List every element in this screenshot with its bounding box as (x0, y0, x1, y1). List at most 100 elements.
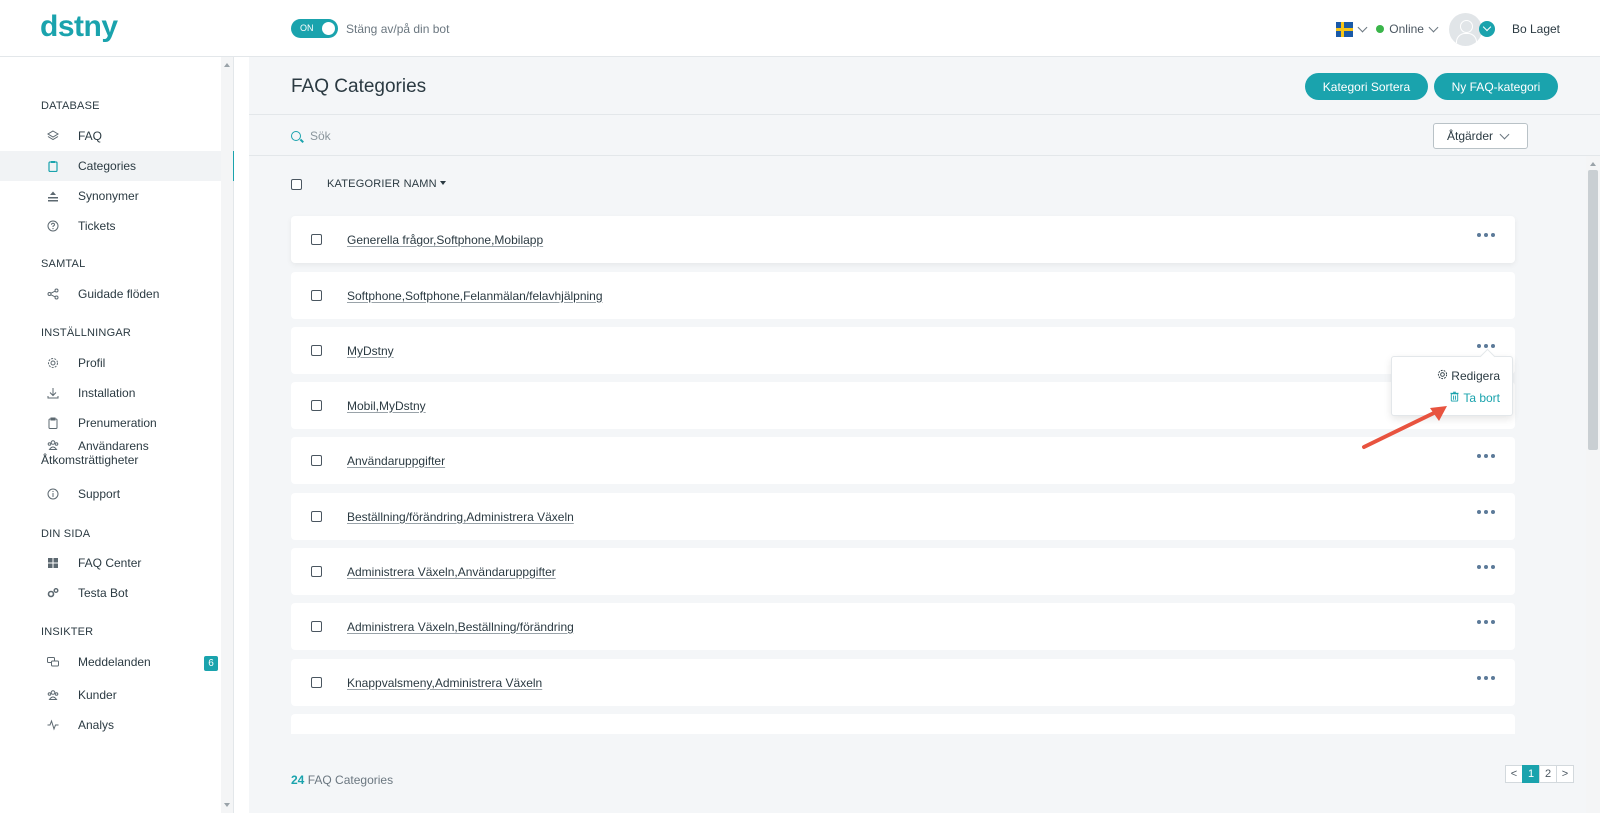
sidebar-item-label: Testa Bot (78, 586, 129, 600)
select-all-checkbox[interactable] (291, 178, 302, 190)
row-checkbox[interactable] (311, 566, 322, 577)
row-checkbox[interactable] (311, 455, 322, 466)
row-checkbox[interactable] (311, 677, 322, 688)
more-options-icon[interactable] (1477, 565, 1495, 569)
table-row: Knappvalsmeny,Administrera Växeln (291, 659, 1515, 706)
count-label: FAQ Categories (307, 773, 394, 787)
user-menu-chevron-icon[interactable] (1478, 21, 1495, 37)
delete-menu-item[interactable]: Ta bort (1449, 391, 1500, 405)
sidebar-item-profil[interactable]: Profil (0, 348, 234, 378)
count-number: 24 (291, 773, 305, 787)
bot-toggle[interactable]: ON (291, 19, 338, 38)
swedish-flag-icon[interactable] (1336, 21, 1354, 37)
actions-dropdown[interactable]: Åtgärder (1433, 123, 1528, 149)
sidebar-item-label: Prenumeration (78, 416, 157, 430)
gear-icon (1437, 369, 1448, 383)
category-name-link[interactable]: Knappvalsmeny,Administrera Växeln (347, 676, 542, 690)
toggle-label: ON (300, 23, 314, 33)
sidebar-item-analys[interactable]: Analys (0, 710, 234, 740)
row-checkbox[interactable] (311, 345, 322, 356)
status-selector[interactable]: Online (1389, 22, 1424, 36)
page-2-button[interactable]: 2 (1539, 765, 1557, 783)
row-checkbox[interactable] (311, 290, 322, 301)
category-name-link[interactable]: Softphone,Softphone,Felanmälan/felavhjäl… (347, 289, 603, 303)
status-chevron-down-icon[interactable] (1428, 22, 1439, 32)
category-name-link[interactable]: MyDstny (347, 344, 394, 358)
gear-icon (47, 357, 59, 369)
sidebar-item-label: Installation (78, 386, 136, 400)
sidebar-item-categories[interactable]: Categories (0, 151, 234, 181)
main-scrollbar[interactable] (1586, 156, 1600, 813)
sidebar-item-support[interactable]: Support (0, 479, 234, 509)
more-options-icon[interactable] (1477, 510, 1495, 514)
category-name-link[interactable]: Generella frågor,Softphone,Mobilapp (347, 233, 543, 247)
sidebar-item-label: FAQ (78, 129, 103, 143)
sidebar-item-faq[interactable]: FAQ (0, 121, 234, 151)
sidebar-item-label: Kunder (78, 688, 117, 702)
category-name-link[interactable]: Administrera Växeln,Användaruppgifter (347, 565, 556, 579)
table-row: Användaruppgifter (291, 437, 1515, 484)
sidebar-item-installation[interactable]: Installation (0, 378, 234, 408)
sidebar-item-guidade-floden[interactable]: Guidade flöden (0, 279, 234, 309)
category-name-link[interactable]: Beställning/förändring,Administrera Växe… (347, 510, 574, 524)
next-page-button[interactable]: > (1556, 765, 1574, 783)
sidebar-item-meddelanden[interactable]: Meddelanden (0, 647, 234, 677)
avatar[interactable] (1448, 12, 1482, 46)
sidebar-section-samtal: SAMTAL (41, 258, 86, 270)
row-checkbox[interactable] (311, 621, 322, 632)
activity-icon (47, 719, 59, 731)
sidebar-item-synonymer[interactable]: Synonymer (0, 181, 234, 211)
more-options-icon[interactable] (1477, 676, 1495, 680)
sidebar-item-tickets[interactable]: Tickets (0, 211, 234, 241)
gears-icon (47, 587, 59, 599)
dstny-logo[interactable]: dstny (40, 10, 118, 44)
sidebar-item-kunder[interactable]: Kunder (0, 680, 234, 710)
sidebar-item-label: Guidade flöden (78, 287, 160, 301)
messages-count-badge: 6 (204, 656, 218, 671)
category-name-link[interactable]: Mobil,MyDstny (347, 399, 426, 413)
prev-page-button[interactable]: < (1505, 765, 1523, 783)
category-list: KATEGORIER NAMN Generella frågor,Softpho… (249, 156, 1600, 746)
row-checkbox[interactable] (311, 400, 322, 411)
page-1-button[interactable]: 1 (1522, 765, 1540, 783)
sidebar-item-label-wrap: Användarens Åtkomsträttigheter (41, 439, 191, 467)
category-name-link[interactable]: Administrera Växeln,Beställning/förändri… (347, 620, 574, 634)
sidebar-item-prenumeration[interactable]: Prenumeration (0, 408, 234, 438)
row-checkbox[interactable] (311, 511, 322, 522)
new-faq-category-button[interactable]: Ny FAQ-kategori (1434, 73, 1558, 100)
sidebar-item-label: Synonymer (78, 189, 139, 203)
category-name-link[interactable]: Användaruppgifter (347, 454, 445, 468)
table-row: Administrera Växeln,Beställning/förändri… (291, 603, 1515, 650)
column-header-name[interactable]: KATEGORIER NAMN (327, 178, 446, 190)
scroll-down-icon[interactable] (224, 803, 230, 807)
username[interactable]: Bo Laget (1512, 22, 1560, 36)
column-header-label: KATEGORIER NAMN (327, 178, 437, 190)
category-sort-button[interactable]: Kategori Sortera (1305, 73, 1428, 100)
language-chevron-down-icon[interactable] (1357, 22, 1368, 32)
table-header: KATEGORIER NAMN (291, 170, 446, 198)
sidebar-item-anvandarens-atkomstrattigheter[interactable]: Användarens Åtkomsträttigheter (0, 437, 234, 471)
table-row: Administrera Växeln,Användaruppgifter (291, 548, 1515, 595)
sidebar-scrollbar[interactable] (221, 57, 233, 813)
sidebar-item-testa-bot[interactable]: Testa Bot (0, 578, 234, 608)
scrollbar-thumb[interactable] (1588, 170, 1598, 450)
sidebar-item-label: Profil (78, 356, 106, 370)
more-options-icon[interactable] (1477, 344, 1495, 348)
table-row: Generella frågor,Softphone,Mobilapp (291, 216, 1515, 263)
sidebar-item-label: Meddelanden (78, 655, 151, 669)
row-checkbox[interactable] (311, 234, 322, 245)
more-options-icon[interactable] (1477, 454, 1495, 458)
scroll-up-icon[interactable] (224, 63, 230, 67)
users-icon (47, 689, 59, 701)
edit-menu-item[interactable]: Redigera (1437, 369, 1500, 383)
sidebar-item-faq-center[interactable]: FAQ Center (0, 548, 234, 578)
online-status-dot-icon (1376, 25, 1385, 33)
sidebar-section-insikter: INSIKTER (41, 626, 94, 638)
sidebar-section-database: DATABASE (41, 100, 100, 112)
sidebar: DATABASE FAQ Categories Synonymer Ticket… (0, 57, 234, 813)
grid-icon (47, 557, 59, 569)
more-options-icon[interactable] (1477, 620, 1495, 624)
more-options-icon[interactable] (1477, 233, 1495, 237)
search-input[interactable] (310, 128, 710, 144)
scroll-up-icon[interactable] (1590, 162, 1596, 166)
